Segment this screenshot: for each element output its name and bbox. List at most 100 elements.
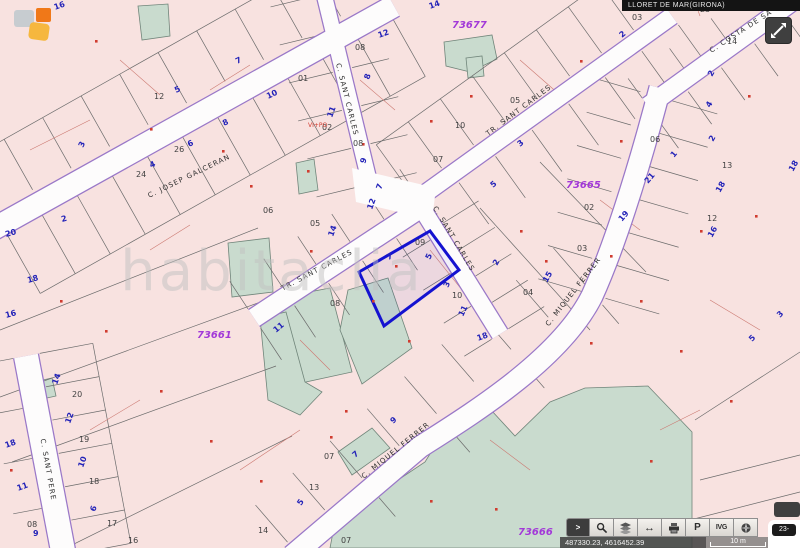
building-height-mark xyxy=(640,300,643,303)
fullscreen-button[interactable] xyxy=(765,17,792,44)
parcel-number-label: 08 xyxy=(355,43,365,52)
cadastral-map-app: 1612538266424710011102089712140605070953… xyxy=(0,0,800,548)
p-icon: P xyxy=(694,522,701,533)
building-height-mark xyxy=(345,410,348,413)
corner-clock-label: 23- xyxy=(772,524,796,536)
scale-bracket xyxy=(710,542,766,547)
building-height-mark xyxy=(545,260,548,263)
measure-button[interactable]: ↔ xyxy=(638,518,662,537)
pdf-p-button[interactable]: P xyxy=(686,518,710,537)
parcel-number-label: 01 xyxy=(298,74,308,83)
building-height-mark xyxy=(495,508,498,511)
layers-icon xyxy=(619,522,632,534)
parcel-number-label: 12 xyxy=(707,214,717,223)
map-toolbar: > ↔ P IV xyxy=(566,518,758,537)
watermark: habitaclia xyxy=(120,239,423,304)
parcel-number-label: 06 xyxy=(650,135,660,144)
green-parcel xyxy=(296,159,318,194)
building-height-mark xyxy=(210,440,213,443)
parcel-number-label: 08 xyxy=(353,139,363,148)
habitaclia-logo[interactable] xyxy=(12,6,56,44)
building-height-mark xyxy=(60,300,63,303)
building-height-mark xyxy=(105,330,108,333)
building-height-mark xyxy=(730,400,733,403)
expand-arrows-icon xyxy=(766,18,791,43)
green-parcel xyxy=(138,4,170,40)
building-height-mark xyxy=(470,95,473,98)
parcel-number-label: 9 xyxy=(33,529,39,538)
coordinates-value: 487330.23, 4616452.39 xyxy=(565,538,644,547)
parcel-number-label: 13 xyxy=(309,483,319,492)
printer-icon xyxy=(668,522,680,534)
building-height-mark xyxy=(95,40,98,43)
parcel-number-label: 05 xyxy=(310,219,320,228)
parcel-number-label: 10 xyxy=(452,291,462,300)
building-height-mark xyxy=(330,436,333,439)
ivg-label: IVG xyxy=(716,524,727,531)
building-height-mark xyxy=(430,500,433,503)
block-id-label: 73661 xyxy=(197,330,232,341)
building-height-mark xyxy=(700,230,703,233)
parcel-number-label: 13 xyxy=(722,161,732,170)
parcel-number-label: 04 xyxy=(523,288,533,297)
building-height-mark xyxy=(680,350,683,353)
parcel-number-label: 24 xyxy=(136,170,146,179)
compass-icon xyxy=(740,522,752,534)
cadastral-map[interactable]: 1612538266424710011102089712140605070953… xyxy=(0,0,800,548)
parcel-number-label: 07 xyxy=(324,452,334,461)
parcel-number-label: 07 xyxy=(341,536,351,545)
parcel-number-label: 19 xyxy=(79,435,89,444)
layers-button[interactable] xyxy=(614,518,638,537)
parcel-number-label: 07 xyxy=(433,155,443,164)
parcel-number-label: 03 xyxy=(577,244,587,253)
building-height-mark xyxy=(250,185,253,188)
parcel-number-label: 03 xyxy=(632,13,642,22)
parcel-number-label: 18 xyxy=(89,477,99,486)
building-height-mark xyxy=(260,480,263,483)
municipality-bar: LLORET DE MAR(GIRONA) xyxy=(622,0,800,11)
parcel-number-label: 08 xyxy=(27,520,37,529)
parcel-number-label: 16 xyxy=(128,536,138,545)
building-height-mark xyxy=(748,95,751,98)
building-height-mark xyxy=(580,60,583,63)
measure-icon: ↔ xyxy=(644,522,655,534)
compass-button[interactable] xyxy=(734,518,758,537)
search-icon xyxy=(596,522,608,534)
building-height-mark xyxy=(520,230,523,233)
parcel-number-label: 12 xyxy=(154,92,164,101)
corner-clock-box: 23- xyxy=(768,520,800,548)
parcel-number-label: 06 xyxy=(263,206,273,215)
scale-bar: 10 m xyxy=(706,537,770,548)
block-id-label: 73665 xyxy=(566,180,601,191)
building-height-mark xyxy=(150,128,153,131)
building-height-mark xyxy=(307,170,310,173)
building-height-mark xyxy=(610,255,613,258)
building-height-mark xyxy=(10,469,13,472)
search-button[interactable] xyxy=(590,518,614,537)
coordinates-bar: 487330.23, 4616452.39 xyxy=(560,537,706,548)
parcel-number-label: 02 xyxy=(584,203,594,212)
building-height-mark xyxy=(408,340,411,343)
building-height-mark xyxy=(430,120,433,123)
parcel-number-label: 26 xyxy=(174,145,184,154)
logo-orange-square xyxy=(36,8,51,22)
building-height-mark xyxy=(160,390,163,393)
building-height-mark xyxy=(755,215,758,218)
print-button[interactable] xyxy=(662,518,686,537)
logo-yellow-square xyxy=(28,22,50,42)
parcel-number-label: 17 xyxy=(107,519,117,528)
building-height-mark xyxy=(620,140,623,143)
parcel-number-label: 05 xyxy=(510,96,520,105)
construction-annotation: VI+PO xyxy=(308,122,328,129)
green-parcel xyxy=(466,56,484,78)
ivg-button[interactable]: IVG xyxy=(710,518,734,537)
corner-dark-button[interactable] xyxy=(774,502,800,517)
expand-panel-button[interactable]: > xyxy=(566,518,590,537)
building-height-mark xyxy=(222,150,225,153)
parcel-number-label: 14 xyxy=(258,526,268,535)
building-height-mark xyxy=(590,342,593,345)
block-id-label: 73666 xyxy=(518,527,553,538)
building-height-mark xyxy=(650,460,653,463)
parcel-number-label: 10 xyxy=(455,121,465,130)
parcel-number-label: 20 xyxy=(72,390,82,399)
